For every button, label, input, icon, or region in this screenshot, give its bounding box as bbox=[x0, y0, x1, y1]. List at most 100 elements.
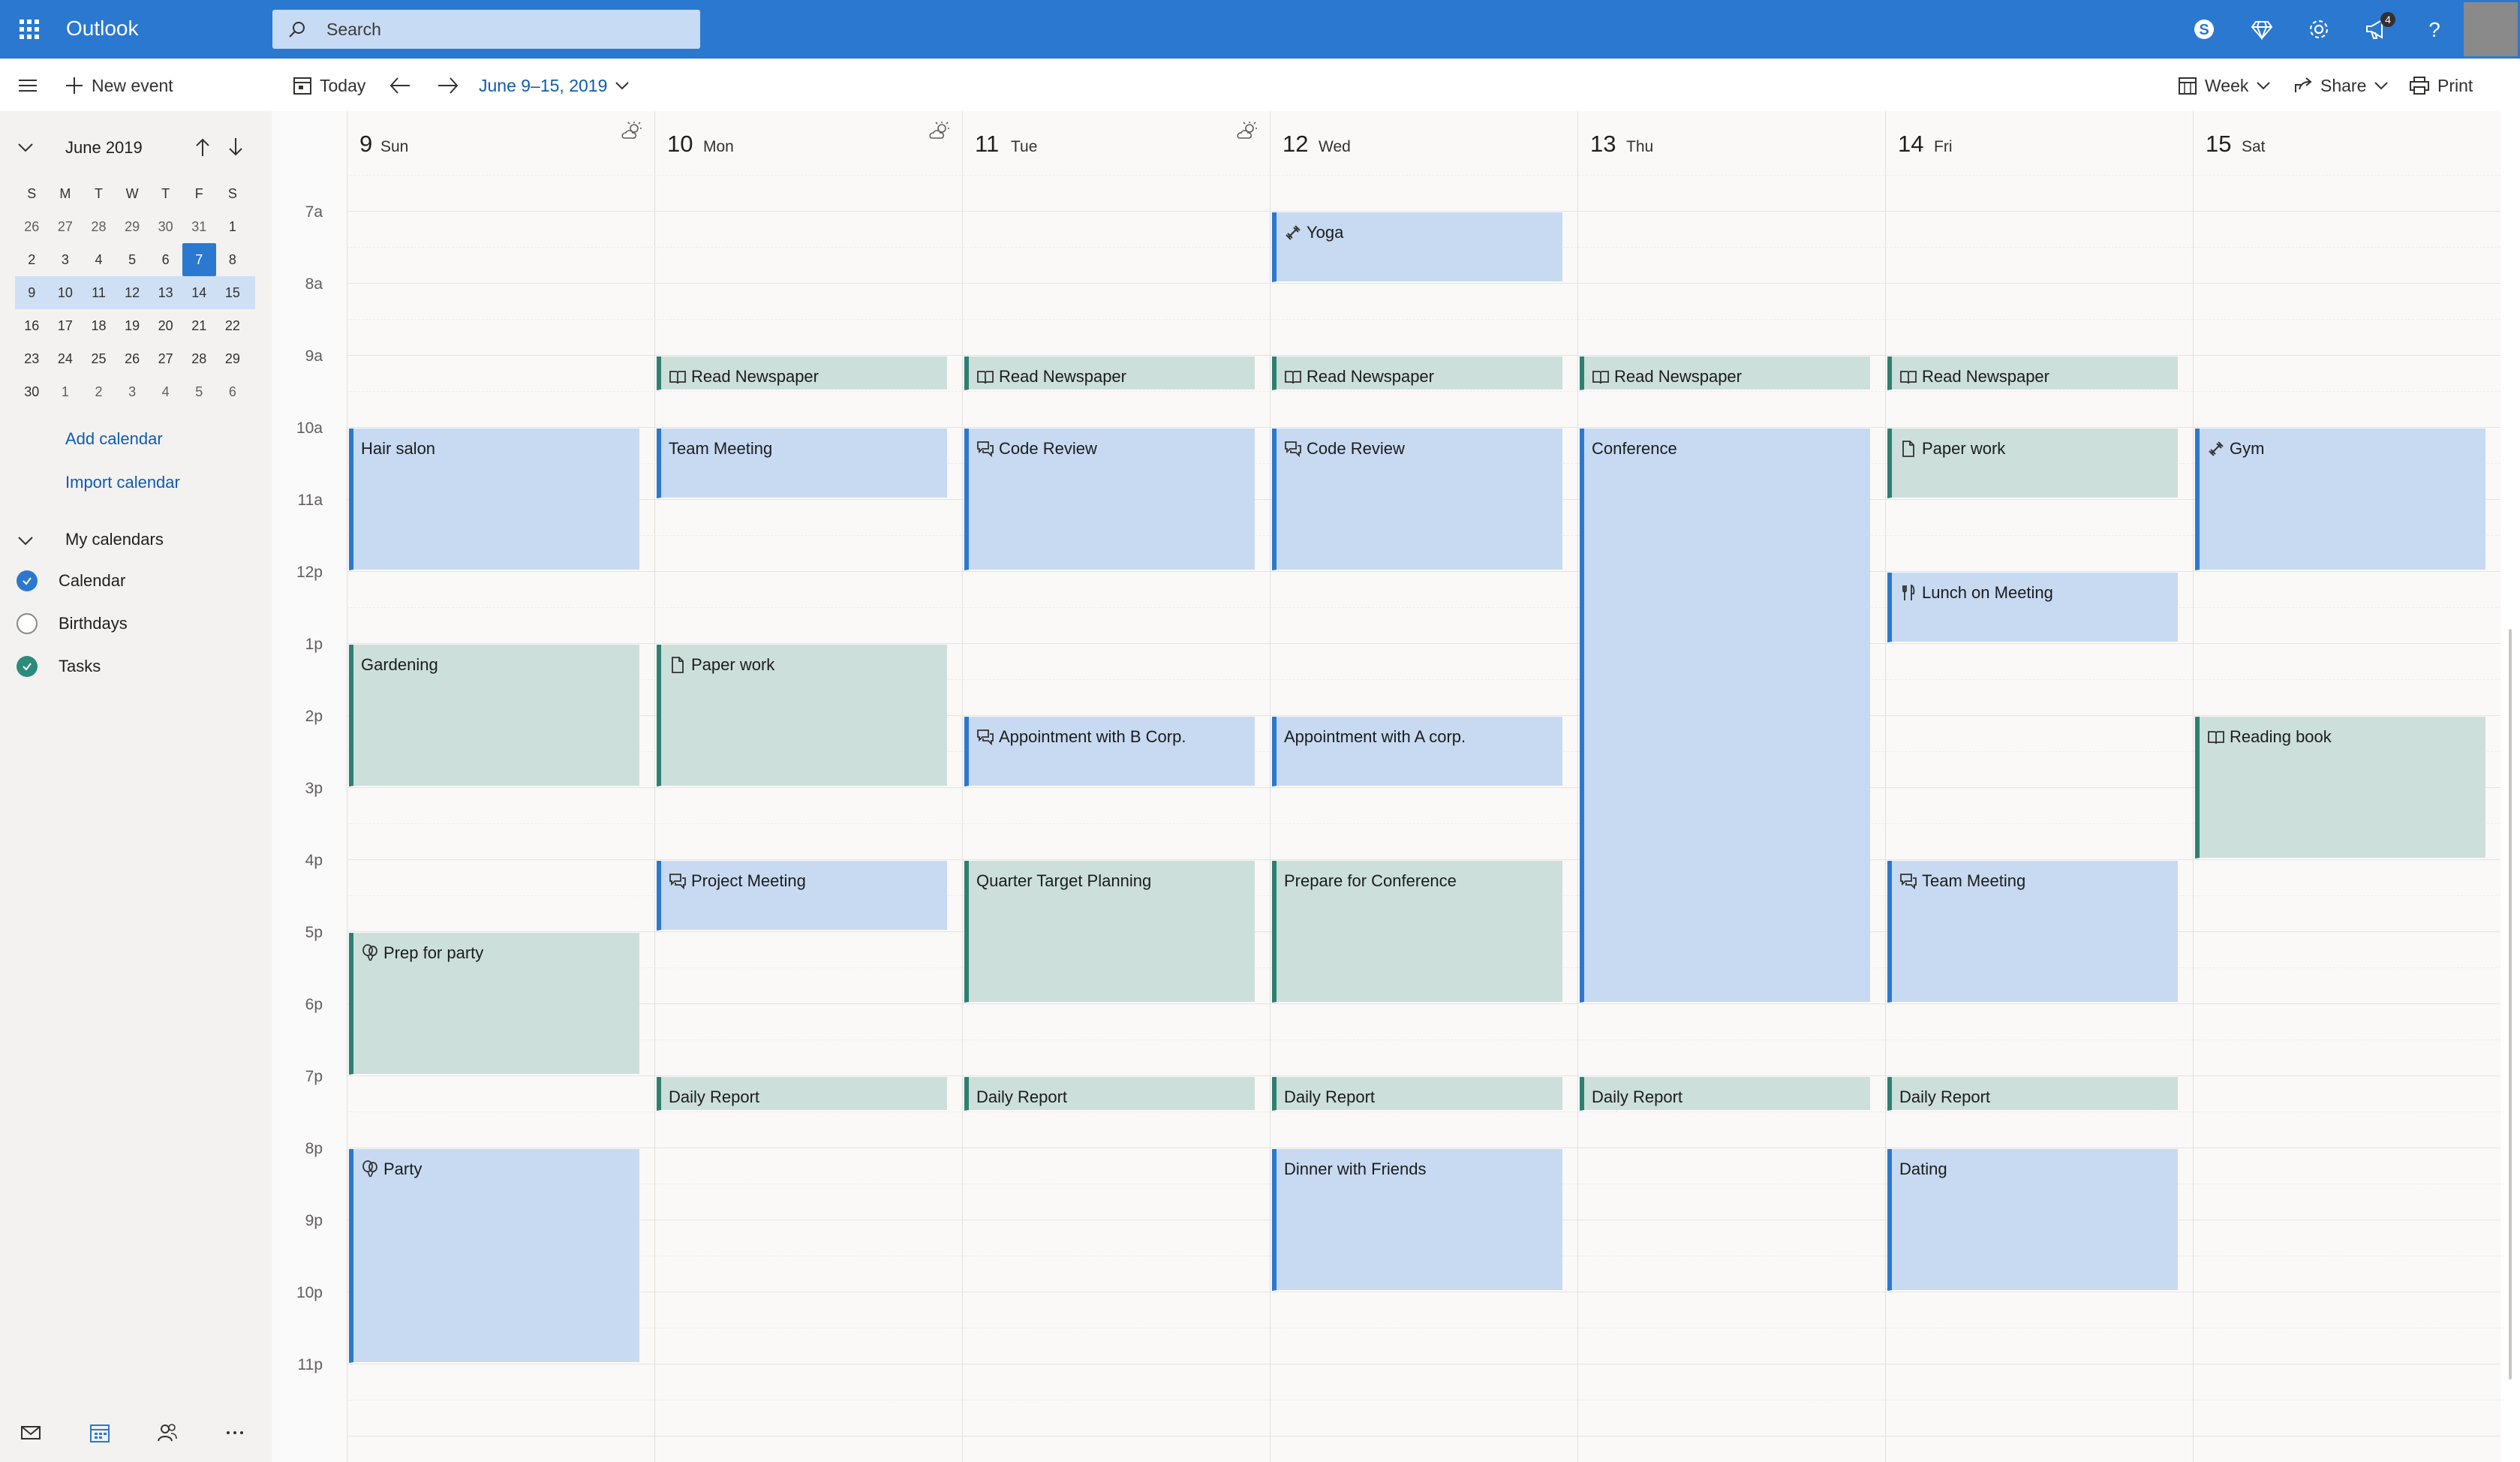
mini-calendar-day[interactable]: 7 bbox=[182, 243, 216, 276]
people-icon[interactable] bbox=[156, 1421, 186, 1451]
mini-calendar-day[interactable]: 10 bbox=[49, 276, 83, 309]
mini-calendar-day[interactable]: 26 bbox=[15, 210, 49, 243]
mini-calendar-day[interactable]: 31 bbox=[182, 210, 216, 243]
calendar-event[interactable]: Daily Report bbox=[964, 1076, 1255, 1111]
mini-calendar-day[interactable]: 22 bbox=[216, 309, 250, 342]
user-avatar[interactable] bbox=[2464, 2, 2518, 56]
weather-partly-cloudy-icon[interactable] bbox=[621, 122, 643, 145]
today-button[interactable]: Today bbox=[293, 71, 365, 101]
mini-calendar-week[interactable]: 23 24 25 26 27 28 29 bbox=[15, 342, 255, 375]
calendar-event[interactable]: Appointment with B Corp. bbox=[964, 716, 1255, 787]
mini-calendar-day[interactable]: 3 bbox=[49, 243, 83, 276]
day-header-thu[interactable]: 13 Thu bbox=[1577, 111, 1885, 171]
next-month-button[interactable] bbox=[227, 137, 245, 161]
mini-calendar-month[interactable]: June 2019 bbox=[65, 138, 143, 158]
calendar-event[interactable]: Paper work bbox=[657, 644, 947, 787]
calendar-event[interactable]: Project Meeting bbox=[657, 860, 947, 931]
mini-calendar-day[interactable]: 15 bbox=[216, 276, 250, 309]
mini-calendar-week[interactable]: 2345678 bbox=[15, 243, 255, 276]
collapse-month-button[interactable] bbox=[17, 138, 36, 158]
mini-calendar-day[interactable]: 4 bbox=[149, 375, 182, 408]
mini-calendar-day[interactable]: 1 bbox=[216, 210, 250, 243]
toggle-left-pane-button[interactable] bbox=[17, 71, 39, 101]
weather-partly-cloudy-icon[interactable] bbox=[1236, 122, 1258, 145]
mini-calendar-day[interactable]: 11 bbox=[82, 276, 116, 309]
skype-icon[interactable]: S bbox=[2187, 12, 2221, 47]
mini-calendar-day[interactable]: 20 bbox=[149, 309, 182, 342]
calendar-event[interactable]: Daily Report bbox=[1272, 1076, 1562, 1111]
calendar-event[interactable]: Team Meeting bbox=[1887, 860, 2178, 1003]
calendar-event[interactable]: Gardening bbox=[349, 644, 639, 787]
mini-calendar-week[interactable]: 30 1 2 3 4 5 6 bbox=[15, 375, 255, 408]
mini-calendar-day[interactable]: 28 bbox=[82, 210, 116, 243]
calendar-event[interactable]: Dating bbox=[1887, 1148, 2178, 1291]
mini-calendar-day[interactable]: 2 bbox=[15, 243, 49, 276]
mini-calendar-day[interactable]: 16 bbox=[15, 309, 49, 342]
mini-calendar-week[interactable]: 16 17 18 19 20 21 22 bbox=[15, 309, 255, 342]
mini-calendar-day[interactable]: 5 bbox=[182, 375, 216, 408]
calendar-event[interactable]: Read Newspaper bbox=[657, 356, 947, 390]
mini-calendar-day[interactable]: 8 bbox=[216, 243, 250, 276]
previous-month-button[interactable] bbox=[194, 137, 212, 161]
mini-calendar-day[interactable]: 21 bbox=[182, 309, 216, 342]
mini-calendar-day[interactable]: 29 bbox=[116, 210, 149, 243]
mini-calendar-day[interactable]: 23 bbox=[15, 342, 49, 375]
mini-calendar-day[interactable]: 24 bbox=[49, 342, 83, 375]
mini-calendar-day[interactable]: 18 bbox=[82, 309, 116, 342]
mini-calendar-day[interactable]: 12 bbox=[116, 276, 149, 309]
mini-calendar-day[interactable]: 5 bbox=[116, 243, 149, 276]
calendar-event[interactable]: Paper work bbox=[1887, 428, 2178, 498]
mini-calendar-day[interactable]: 6 bbox=[216, 375, 250, 408]
mini-calendar-week[interactable]: 9 10 11 12 13 14 15 bbox=[15, 276, 255, 309]
calendar-event[interactable]: Conference bbox=[1580, 428, 1870, 1003]
mini-calendar-day[interactable]: 2 bbox=[82, 375, 116, 408]
next-week-button[interactable] bbox=[437, 71, 459, 101]
print-button[interactable]: Print bbox=[2409, 71, 2473, 101]
calendar-event[interactable]: Yoga bbox=[1272, 212, 1562, 282]
mini-calendar-day[interactable]: 28 bbox=[182, 342, 216, 375]
app-title[interactable]: Outlook bbox=[66, 17, 139, 41]
scrollbar-thumb[interactable] bbox=[2509, 629, 2512, 1379]
calendar-event[interactable]: Daily Report bbox=[1887, 1076, 2178, 1111]
calendar-event[interactable]: Read Newspaper bbox=[1580, 356, 1870, 390]
mini-calendar-day[interactable]: 13 bbox=[149, 276, 182, 309]
help-question-icon[interactable]: ? bbox=[2417, 12, 2452, 47]
mini-calendar-day[interactable]: 4 bbox=[82, 243, 116, 276]
mini-calendar-day[interactable]: 27 bbox=[49, 210, 83, 243]
calendar-event[interactable]: Lunch on Meeting bbox=[1887, 572, 2178, 642]
day-header-tue[interactable]: 11 Tue bbox=[962, 111, 1270, 171]
import-calendar-link[interactable]: Import calendar bbox=[65, 473, 180, 492]
calendar-event[interactable]: Quarter Target Planning bbox=[964, 860, 1255, 1003]
calendar-icon[interactable] bbox=[89, 1421, 119, 1451]
calendar-item-birthdays[interactable]: Birthdays bbox=[17, 610, 128, 637]
mini-calendar-day[interactable]: 19 bbox=[116, 309, 149, 342]
calendar-event[interactable]: Party bbox=[349, 1148, 639, 1363]
calendar-event[interactable]: Code Review bbox=[1272, 428, 1562, 570]
day-header-mon[interactable]: 10 Mon bbox=[654, 111, 962, 171]
premium-diamond-icon[interactable] bbox=[2245, 12, 2279, 47]
app-launcher-icon[interactable] bbox=[17, 17, 41, 41]
calendar-event[interactable]: Hair salon bbox=[349, 428, 639, 570]
calendar-event[interactable]: Read Newspaper bbox=[1272, 356, 1562, 390]
search-input[interactable]: Search bbox=[272, 10, 700, 49]
calendar-event[interactable]: Code Review bbox=[964, 428, 1255, 570]
mini-calendar-day[interactable]: 29 bbox=[216, 342, 250, 375]
mini-calendar-day[interactable]: 1 bbox=[49, 375, 83, 408]
share-button[interactable]: Share bbox=[2293, 71, 2389, 101]
calendar-event[interactable]: Daily Report bbox=[1580, 1076, 1870, 1111]
announcements-megaphone-icon[interactable]: 4 bbox=[2359, 12, 2395, 47]
mini-calendar-day[interactable]: 9 bbox=[15, 276, 49, 309]
date-range-picker[interactable]: June 9–15, 2019 bbox=[479, 71, 630, 101]
day-header-fri[interactable]: 14 Fri bbox=[1885, 111, 2193, 171]
mini-calendar-day[interactable]: 17 bbox=[49, 309, 83, 342]
calendar-event[interactable]: Team Meeting bbox=[657, 428, 947, 498]
day-header-sat[interactable]: 15 Sat bbox=[2193, 111, 2500, 171]
calendar-event[interactable]: Dinner with Friends bbox=[1272, 1148, 1562, 1291]
collapse-my-calendars-button[interactable] bbox=[17, 531, 35, 553]
calendar-event[interactable]: Prep for party bbox=[349, 932, 639, 1075]
more-apps-ellipsis-icon[interactable] bbox=[224, 1421, 254, 1451]
calendar-event[interactable]: Read Newspaper bbox=[1887, 356, 2178, 390]
calendar-item-calendar[interactable]: Calendar bbox=[17, 567, 125, 594]
calendar-event[interactable]: Appointment with A corp. bbox=[1272, 716, 1562, 787]
mini-calendar-week[interactable]: 26 27 28 29 30 31 1 bbox=[15, 210, 255, 243]
